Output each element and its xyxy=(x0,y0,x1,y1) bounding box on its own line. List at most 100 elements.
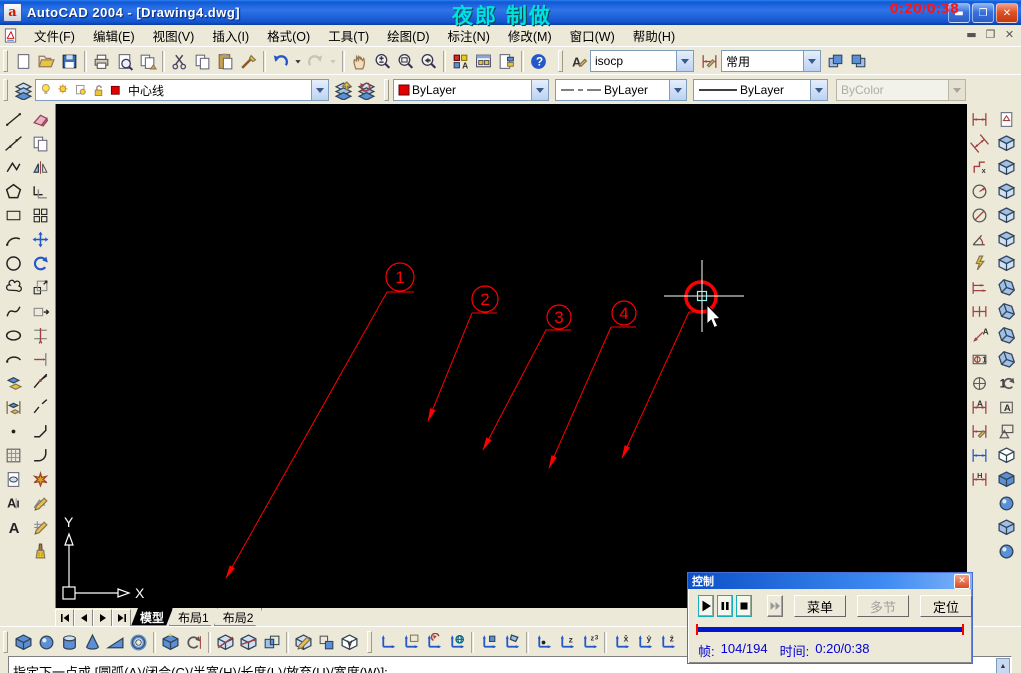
polygon-button[interactable] xyxy=(2,179,25,203)
move-button[interactable] xyxy=(29,227,52,251)
arc-button[interactable] xyxy=(2,227,25,251)
toolbar-grip[interactable] xyxy=(3,631,8,653)
dim-continue-button[interactable] xyxy=(968,299,991,323)
dropdown-arrow-icon[interactable] xyxy=(676,51,693,71)
menu-help[interactable]: 帮助(H) xyxy=(624,24,684,47)
tab-last-button[interactable] xyxy=(112,609,131,627)
extrude-button[interactable] xyxy=(159,631,182,654)
dim-linear-button[interactable] xyxy=(968,107,991,131)
dim-radius-button[interactable] xyxy=(968,179,991,203)
array-button[interactable] xyxy=(29,203,52,227)
region-button[interactable] xyxy=(2,467,25,491)
menu-format[interactable]: 格式(O) xyxy=(258,24,319,47)
z-axis-vector-ucs-button[interactable]: z xyxy=(555,631,578,654)
origin-ucs-button[interactable] xyxy=(532,631,555,654)
line-button[interactable] xyxy=(2,107,25,131)
plot-button[interactable] xyxy=(90,50,113,73)
undo-list-button[interactable] xyxy=(292,50,304,73)
help-button[interactable]: ? xyxy=(527,50,550,73)
make-block-button[interactable] xyxy=(2,395,25,419)
bring-to-front-button[interactable] xyxy=(824,50,847,73)
revolve-button[interactable] xyxy=(182,631,205,654)
dim-baseline-button[interactable] xyxy=(968,275,991,299)
z-rotate-ucs-button[interactable]: ẑ xyxy=(656,631,679,654)
match-properties-button[interactable] xyxy=(237,50,260,73)
restore-button[interactable]: ❐ xyxy=(972,3,994,23)
chamfer-button[interactable] xyxy=(29,419,52,443)
ne-isometric-button[interactable] xyxy=(995,323,1018,347)
nw-isometric-button[interactable] xyxy=(995,347,1018,371)
pause-button[interactable] xyxy=(717,595,733,617)
sw-isometric-button[interactable] xyxy=(995,275,1018,299)
toolbar-grip[interactable] xyxy=(3,79,8,101)
dim-style-manager-button[interactable] xyxy=(698,50,721,73)
offset-button[interactable] xyxy=(29,179,52,203)
copy-clip-button[interactable] xyxy=(191,50,214,73)
layer-color-swatch-icon[interactable] xyxy=(108,83,123,98)
publish-button[interactable] xyxy=(136,50,159,73)
multiline-text-button[interactable]: AI xyxy=(2,491,25,515)
rotate-button[interactable] xyxy=(29,251,52,275)
menu-file[interactable]: 文件(F) xyxy=(25,24,84,47)
dim-ordinate-button[interactable]: x xyxy=(968,155,991,179)
interfere-button[interactable] xyxy=(260,631,283,654)
single-line-text-button[interactable]: A xyxy=(2,515,25,539)
stretch-button[interactable] xyxy=(29,299,52,323)
lineweight-combo[interactable]: ByLayer xyxy=(693,79,828,101)
x-rotate-ucs-button[interactable]: x̂ xyxy=(610,631,633,654)
sphere-button[interactable] xyxy=(35,631,58,654)
front-view-button[interactable] xyxy=(995,227,1018,251)
rectangle-button[interactable] xyxy=(2,203,25,227)
point-button[interactable] xyxy=(2,419,25,443)
quick-leader-button[interactable]: A xyxy=(968,323,991,347)
copy-object-button[interactable] xyxy=(29,131,52,155)
right-view-button[interactable] xyxy=(995,203,1018,227)
tab-first-button[interactable] xyxy=(55,609,74,627)
toolbar-grip[interactable] xyxy=(384,79,389,101)
flat-shaded-edges-button[interactable] xyxy=(995,515,1018,539)
dropdown-arrow-icon[interactable] xyxy=(669,80,686,100)
close-button[interactable]: ✕ xyxy=(996,3,1018,23)
send-to-back-button[interactable] xyxy=(847,50,870,73)
explode-button[interactable] xyxy=(29,467,52,491)
pan-realtime-button[interactable] xyxy=(348,50,371,73)
scale-button[interactable] xyxy=(29,275,52,299)
menu-insert[interactable]: 插入(I) xyxy=(203,24,258,47)
dropdown-arrow-icon[interactable] xyxy=(803,51,820,71)
color-combo[interactable]: ByLayer xyxy=(393,79,549,101)
insert-block-button[interactable] xyxy=(2,371,25,395)
mirror-button[interactable] xyxy=(29,155,52,179)
dim-text-edit-button[interactable]: A xyxy=(968,395,991,419)
object-ucs-button[interactable] xyxy=(477,631,500,654)
camera-button[interactable]: 1 xyxy=(995,371,1018,395)
slice-button[interactable] xyxy=(214,631,237,654)
dim-edit-button[interactable] xyxy=(968,419,991,443)
toolbar-grip[interactable] xyxy=(558,50,563,72)
gouraud-shaded-button[interactable] xyxy=(995,491,1018,515)
ucs-previous-button[interactable] xyxy=(422,631,445,654)
ellipse-arc-button[interactable] xyxy=(2,347,25,371)
bottom-view-button[interactable] xyxy=(995,155,1018,179)
text-style-manager-button[interactable]: A xyxy=(567,50,590,73)
section-button[interactable] xyxy=(237,631,260,654)
paste-button[interactable] xyxy=(214,50,237,73)
layer-previous-button[interactable] xyxy=(355,79,378,102)
undo-button[interactable] xyxy=(269,50,292,73)
tab-layout1[interactable]: 布局1 xyxy=(169,608,218,626)
text-style-combo[interactable]: isocp xyxy=(590,50,694,72)
circle-button[interactable] xyxy=(2,251,25,275)
break-at-point-button[interactable] xyxy=(29,371,52,395)
layer-unlock-icon[interactable] xyxy=(91,83,106,98)
open-button[interactable] xyxy=(35,50,58,73)
quick-dimension-button[interactable] xyxy=(968,251,991,275)
layer-on-bulb-icon[interactable] xyxy=(40,83,55,98)
top-view-button[interactable] xyxy=(995,131,1018,155)
flat-shaded-button[interactable] xyxy=(995,467,1018,491)
menu-tools[interactable]: 工具(T) xyxy=(319,24,378,47)
cut-button[interactable] xyxy=(168,50,191,73)
3d-wireframe-button[interactable] xyxy=(995,419,1018,443)
gouraud-shaded-edges-button[interactable] xyxy=(995,539,1018,563)
construction-line-button[interactable] xyxy=(2,131,25,155)
tab-next-button[interactable] xyxy=(93,609,112,627)
zoom-previous-button[interactable] xyxy=(417,50,440,73)
